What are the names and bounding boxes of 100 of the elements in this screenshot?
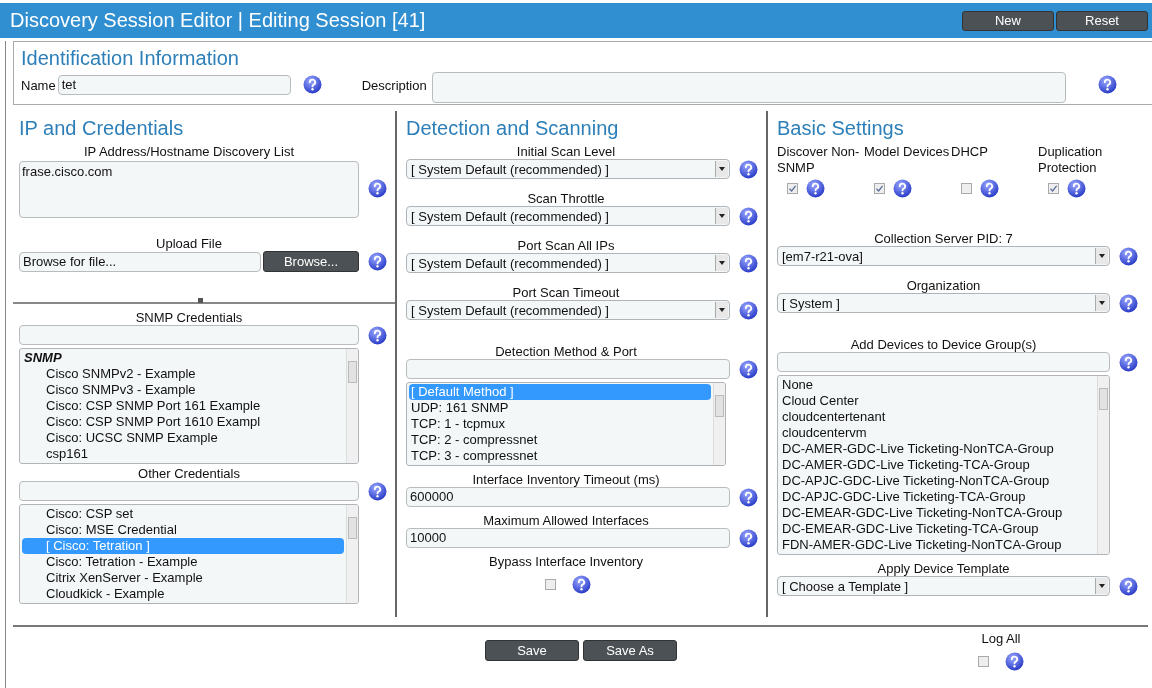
field-label: Description — [361, 78, 427, 93]
list-item[interactable]: Cisco: Tetration - Example — [22, 554, 344, 570]
caret-icon — [1095, 248, 1108, 264]
caret-icon — [1095, 578, 1108, 594]
browse-button[interactable]: Browse... — [263, 251, 359, 272]
scrollbar[interactable] — [1097, 376, 1109, 554]
field-label: Interface Inventory Timeout (ms) — [471, 472, 661, 487]
checkbox[interactable] — [1048, 183, 1059, 194]
help-icon[interactable] — [739, 300, 758, 320]
field-label: Name — [21, 78, 56, 93]
number-field[interactable]: 10000 — [406, 528, 730, 548]
filter-field[interactable] — [19, 325, 359, 345]
field-label: Initial Scan Level — [515, 144, 617, 159]
help-icon[interactable] — [1119, 293, 1138, 313]
field-label: Maximum Allowed Interfaces — [482, 513, 650, 528]
checkbox[interactable] — [978, 656, 989, 667]
list-group-header: SNMP — [23, 350, 63, 366]
list-item[interactable]: DC-APJC-GDC-Live Ticketing-NonTCA-Group — [780, 473, 1095, 489]
dropdown[interactable]: [em7-r21-ova] — [777, 246, 1110, 266]
list-item[interactable]: Cisco SNMPv3 - Example — [22, 382, 344, 398]
dropdown[interactable]: [ System Default (recommended) ] — [406, 300, 730, 320]
header-button[interactable]: New — [962, 10, 1054, 31]
list-item[interactable]: Cisco: CSP set — [22, 506, 344, 522]
checkbox[interactable] — [874, 183, 885, 194]
scrollbar[interactable] — [346, 349, 358, 463]
help-icon[interactable] — [739, 487, 758, 507]
list-item[interactable]: TCP: 3 - compressnet — [409, 448, 711, 464]
help-icon[interactable] — [368, 481, 387, 501]
scrollbar[interactable] — [346, 505, 358, 603]
list-item[interactable]: None — [780, 377, 1095, 393]
field-label: Other Credentials — [137, 466, 241, 481]
help-icon[interactable] — [739, 253, 758, 273]
list-item[interactable]: Cloudkick - Example — [22, 586, 344, 602]
help-icon[interactable] — [739, 159, 758, 179]
list-item[interactable]: DC-APJC-GDC-Live Ticketing-TCA-Group — [780, 489, 1095, 505]
help-icon[interactable] — [1119, 576, 1138, 596]
field-label: Upload File — [155, 236, 223, 251]
number-field[interactable]: 600000 — [406, 487, 730, 507]
file-path-field[interactable]: Browse for file... — [19, 251, 261, 272]
footer-button[interactable]: Save As — [583, 640, 677, 661]
footer-button[interactable]: Save — [485, 640, 579, 661]
help-icon[interactable] — [739, 528, 758, 548]
help-icon[interactable] — [368, 325, 387, 345]
caret-icon — [715, 161, 728, 177]
section-heading: IP and Credentials — [19, 117, 185, 140]
help-icon[interactable] — [1005, 652, 1024, 671]
help-icon[interactable] — [1067, 179, 1086, 198]
help-icon[interactable] — [1119, 246, 1138, 266]
list-item[interactable]: cloudcentertenant — [780, 409, 1095, 425]
list-item[interactable]: Cisco: CSP SNMP Port 161 Example — [22, 398, 344, 414]
name-field[interactable]: tet — [57, 75, 291, 95]
help-icon[interactable] — [893, 179, 912, 198]
dropdown[interactable]: [ System Default (recommended) ] — [406, 206, 730, 226]
checkbox[interactable] — [787, 183, 798, 194]
dropdown[interactable]: [ System ] — [777, 293, 1110, 313]
checkbox[interactable] — [961, 183, 972, 194]
list-item[interactable]: Cisco: CSP SNMP Port 1610 Exampl — [22, 414, 344, 430]
dropdown[interactable]: [ System Default (recommended) ] — [406, 159, 730, 179]
scrollbar[interactable] — [713, 383, 725, 465]
help-icon[interactable] — [368, 252, 387, 271]
help-icon[interactable] — [1097, 75, 1117, 94]
filter-field[interactable] — [406, 359, 730, 379]
list-item[interactable]: Cloud Center — [780, 393, 1095, 409]
description-field[interactable] — [431, 72, 1066, 103]
list-item[interactable]: TCP: 2 - compressnet — [409, 432, 711, 448]
section-heading: Basic Settings — [777, 117, 905, 140]
help-icon[interactable] — [739, 206, 758, 226]
section-heading: Detection and Scanning — [406, 117, 620, 140]
splitter-handle[interactable] — [198, 298, 203, 303]
help-icon[interactable] — [1119, 352, 1138, 372]
help-icon[interactable] — [739, 359, 758, 379]
checkbox[interactable] — [545, 579, 556, 590]
list-item[interactable]: Cisco: MSE Credential — [22, 522, 344, 538]
hostname-textarea[interactable]: frase.cisco.com — [19, 161, 359, 218]
list-item[interactable]: FDN-AMER-GDC-Live Ticketing-NonTCA-Group — [780, 537, 1095, 553]
filter-field[interactable] — [19, 481, 359, 501]
field-label: IP Address/Hostname Discovery List — [83, 144, 295, 159]
help-icon[interactable] — [368, 179, 387, 198]
list-item[interactable]: DC-AMER-GDC-Live Ticketing-TCA-Group — [780, 457, 1095, 473]
list-item[interactable]: UDP: 161 SNMP — [409, 400, 711, 416]
list-item[interactable]: DC-AMER-GDC-Live Ticketing-NonTCA-Group — [780, 441, 1095, 457]
dropdown[interactable]: [ Choose a Template ] — [777, 576, 1110, 596]
caret-icon — [1095, 295, 1108, 311]
help-icon[interactable] — [806, 179, 825, 198]
help-icon[interactable] — [572, 575, 591, 594]
dropdown[interactable]: [ System Default (recommended) ] — [406, 253, 730, 273]
list-item[interactable]: Cisco SNMPv2 - Example — [22, 366, 344, 382]
help-icon[interactable] — [302, 75, 322, 94]
list-item[interactable]: Cisco: UCSC SNMP Example — [22, 430, 344, 446]
list-item[interactable]: cloudcentervm — [780, 425, 1095, 441]
list-item[interactable]: Citrix XenServer - Example — [22, 570, 344, 586]
field-label: Scan Throttle — [526, 191, 606, 206]
list-item[interactable]: DC-EMEAR-GDC-Live Ticketing-TCA-Group — [780, 521, 1095, 537]
list-item[interactable]: DC-EMEAR-GDC-Live Ticketing-NonTCA-Group — [780, 505, 1095, 521]
list-item[interactable]: TCP: 1 - tcpmux — [409, 416, 711, 432]
help-icon[interactable] — [980, 179, 999, 198]
header-button[interactable]: Reset — [1056, 10, 1148, 31]
field-label: Apply Device Template — [876, 561, 1011, 576]
filter-field[interactable] — [777, 352, 1110, 372]
list-item[interactable]: csp161 — [22, 446, 344, 462]
